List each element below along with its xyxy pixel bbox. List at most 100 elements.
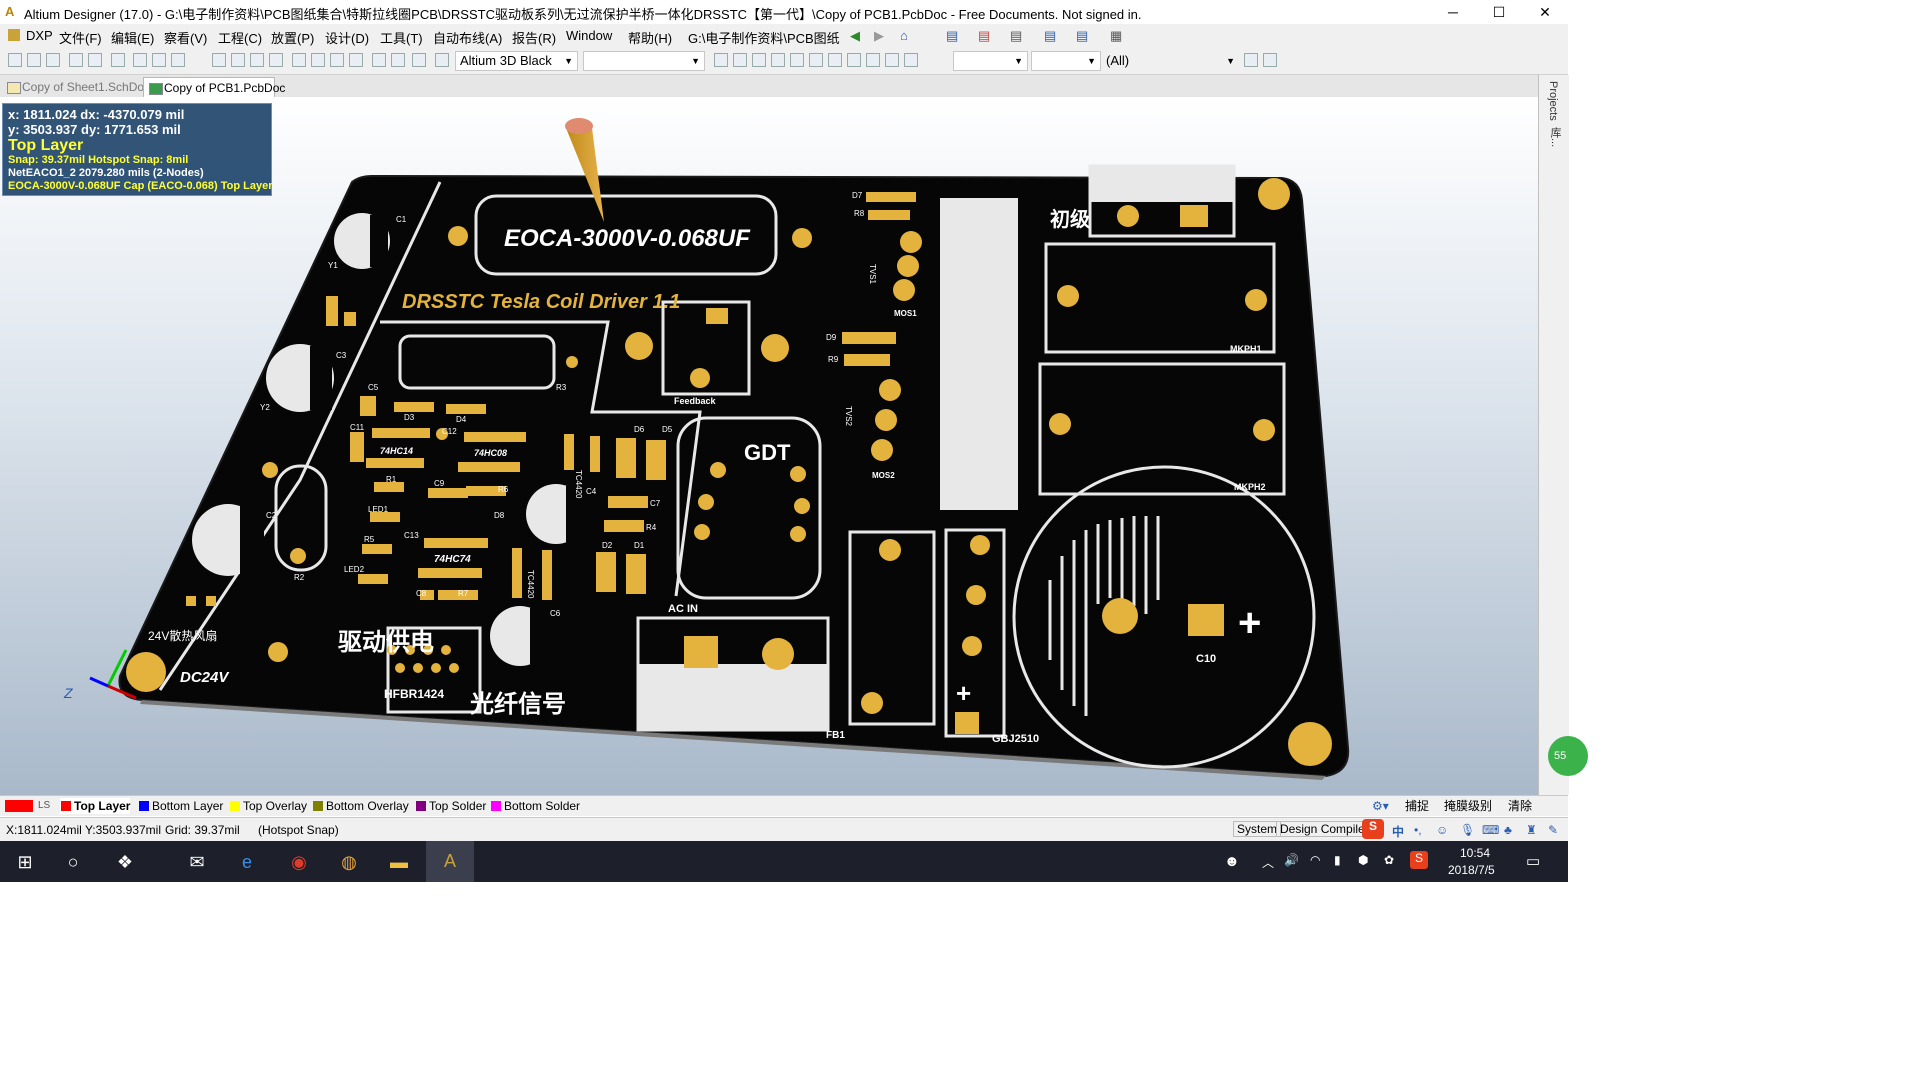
menu-file[interactable]: 文件(F) bbox=[59, 28, 102, 47]
clock-date[interactable]: 2018/7/5 bbox=[1448, 863, 1495, 877]
maximize-button[interactable]: ☐ bbox=[1476, 0, 1522, 24]
menu-edit[interactable]: 编辑(E) bbox=[111, 28, 154, 47]
apply-filter-icon[interactable] bbox=[1244, 53, 1258, 67]
menu-place[interactable]: 放置(P) bbox=[271, 28, 314, 47]
edge-browser-icon[interactable]: e bbox=[234, 849, 260, 875]
multi-route-icon[interactable] bbox=[752, 53, 766, 67]
security-icon[interactable]: ⬢ bbox=[1358, 853, 1368, 867]
start-windows-icon[interactable]: ⊞ bbox=[12, 849, 38, 875]
chrome-icon[interactable]: ◍ bbox=[336, 849, 362, 875]
new-icon[interactable] bbox=[8, 53, 22, 67]
via-icon[interactable] bbox=[809, 53, 823, 67]
menu-dxp[interactable]: DXP bbox=[26, 28, 53, 43]
volume-icon[interactable]: 🔊 bbox=[1284, 853, 1299, 867]
clear-filter-icon-2[interactable] bbox=[1263, 53, 1277, 67]
filter-combo-1[interactable]: ▼ bbox=[953, 51, 1028, 71]
cross-probe-icon[interactable] bbox=[412, 53, 426, 67]
ime-keyboard-icon[interactable]: ⌨ bbox=[1482, 823, 1499, 837]
layer-tab-top-solder[interactable]: Top Solder bbox=[415, 798, 486, 814]
home-icon[interactable]: ⌂ bbox=[900, 28, 908, 43]
layer-set-combo[interactable]: ▼ bbox=[583, 51, 705, 71]
tab-pcbdoc[interactable]: Copy of PCB1.PcbDoc bbox=[143, 77, 285, 97]
layer-tab-top-overlay[interactable]: Top Overlay bbox=[229, 798, 307, 814]
menu-autoroute[interactable]: 自动布线(A) bbox=[433, 28, 502, 47]
notification-badge[interactable]: 55 bbox=[1548, 736, 1588, 776]
minimize-button[interactable]: ─ bbox=[1430, 0, 1476, 24]
fill-icon[interactable] bbox=[847, 53, 861, 67]
layer-tab-bottom[interactable]: Bottom Layer bbox=[138, 798, 223, 814]
deselect-icon[interactable] bbox=[330, 53, 344, 67]
clear-button[interactable]: 清除 bbox=[1508, 798, 1532, 814]
menu-window[interactable]: Window bbox=[566, 28, 612, 43]
save-icon[interactable] bbox=[46, 53, 60, 67]
menu-reports[interactable]: 报告(R) bbox=[512, 28, 556, 47]
layer-tab-bottom-overlay[interactable]: Bottom Overlay bbox=[312, 798, 409, 814]
sogou-ime-icon[interactable]: S bbox=[1362, 819, 1384, 839]
select-area-icon[interactable] bbox=[292, 53, 306, 67]
menu-design[interactable]: 设计(D) bbox=[325, 28, 369, 47]
gpu-icon[interactable]: ✿ bbox=[1384, 853, 1394, 867]
file-explorer-icon[interactable]: ▬ bbox=[386, 849, 412, 875]
layer-tab-bottom-solder[interactable]: Bottom Solder bbox=[490, 798, 580, 814]
forward-icon[interactable]: ▶ bbox=[874, 28, 884, 44]
print-icon[interactable] bbox=[69, 53, 83, 67]
close-button[interactable]: ✕ bbox=[1522, 0, 1568, 24]
layer-options-icon[interactable]: ⚙▾ bbox=[1372, 798, 1389, 814]
ime-voice-icon[interactable]: 🎙 bbox=[1460, 823, 1475, 837]
board-icon[interactable] bbox=[435, 53, 449, 67]
toolbar-icon-1[interactable]: ▤ bbox=[946, 28, 958, 44]
battery-icon[interactable]: ▮ bbox=[1334, 853, 1341, 867]
people-icon[interactable]: ☻ bbox=[1224, 853, 1240, 870]
arc-icon[interactable] bbox=[828, 53, 842, 67]
toolbar-icon-3[interactable]: ▤ bbox=[1010, 28, 1022, 44]
toolbar-icon-5[interactable]: ▤ bbox=[1076, 28, 1088, 44]
component-icon[interactable] bbox=[904, 53, 918, 67]
netease-music-icon[interactable]: ◉ bbox=[286, 849, 312, 875]
ime-skin-icon[interactable]: ♣ bbox=[1504, 823, 1512, 837]
snap-button[interactable]: 捕捉 bbox=[1405, 798, 1429, 814]
route-icon[interactable] bbox=[714, 53, 728, 67]
design-compiler-button[interactable]: Design Compiler bbox=[1276, 821, 1364, 837]
zoom-selected-icon[interactable] bbox=[171, 53, 185, 67]
system-panel-button[interactable]: System bbox=[1233, 821, 1282, 837]
zoom-fit-icon[interactable] bbox=[133, 53, 147, 67]
show-hidden-icons[interactable]: ︿ bbox=[1262, 854, 1274, 871]
print-preview-icon[interactable] bbox=[88, 53, 102, 67]
cut-icon[interactable] bbox=[212, 53, 226, 67]
ime-punctuation-icon[interactable]: •, bbox=[1414, 823, 1422, 837]
undo-icon[interactable] bbox=[372, 53, 386, 67]
altium-taskbar-icon[interactable]: A bbox=[426, 841, 474, 882]
diff-pair-icon[interactable] bbox=[733, 53, 747, 67]
copy-icon[interactable] bbox=[231, 53, 245, 67]
projects-panel-tab[interactable]: Projects bbox=[1547, 81, 1559, 121]
menu-view[interactable]: 察看(V) bbox=[164, 28, 207, 47]
ime-mode-label[interactable]: 中 bbox=[1392, 823, 1404, 840]
toolbar-icon-2[interactable]: ▤ bbox=[978, 28, 990, 44]
menu-project[interactable]: 工程(C) bbox=[218, 28, 262, 47]
sogou-tray-icon[interactable]: S bbox=[1410, 851, 1428, 869]
clear-filter-icon[interactable] bbox=[349, 53, 363, 67]
libraries-panel-tab[interactable]: 库... bbox=[1547, 127, 1563, 147]
pcb-board-render[interactable]: EOCA-3000V-0.068UF DRSSTC Tesla Coil Dri… bbox=[0, 97, 1538, 795]
rubber-stamp-icon[interactable] bbox=[269, 53, 283, 67]
mask-level-button[interactable]: 掩膜级别 bbox=[1444, 798, 1492, 814]
string-icon[interactable] bbox=[885, 53, 899, 67]
open-project-icon[interactable] bbox=[111, 53, 125, 67]
clock-time[interactable]: 10:54 bbox=[1460, 846, 1490, 860]
task-view-icon[interactable]: ❖ bbox=[112, 849, 138, 875]
back-icon[interactable]: ◀ bbox=[850, 28, 860, 44]
filter-combo-2[interactable]: ▼ bbox=[1031, 51, 1101, 71]
ime-settings-icon[interactable]: ✎ bbox=[1548, 823, 1558, 837]
grid-icon[interactable]: ▦ bbox=[1110, 28, 1122, 44]
pad-icon[interactable] bbox=[790, 53, 804, 67]
polygon-icon[interactable] bbox=[866, 53, 880, 67]
menu-help[interactable]: 帮助(H) bbox=[628, 28, 672, 47]
tab-schdoc[interactable]: Copy of Sheet1.SchDoc bbox=[2, 77, 150, 97]
zoom-area-icon[interactable] bbox=[152, 53, 166, 67]
layer-tab-top[interactable]: Top Layer bbox=[60, 798, 131, 814]
pcb-3d-view[interactable]: EOCA-3000V-0.068UF DRSSTC Tesla Coil Dri… bbox=[0, 97, 1538, 795]
mail-icon[interactable]: ✉ bbox=[184, 849, 210, 875]
view-config-combo[interactable]: Altium 3D Black ▼ bbox=[455, 51, 578, 71]
tune-icon[interactable] bbox=[771, 53, 785, 67]
path-combo[interactable]: G:\电子制作资料\PCB图纸 bbox=[688, 28, 840, 47]
